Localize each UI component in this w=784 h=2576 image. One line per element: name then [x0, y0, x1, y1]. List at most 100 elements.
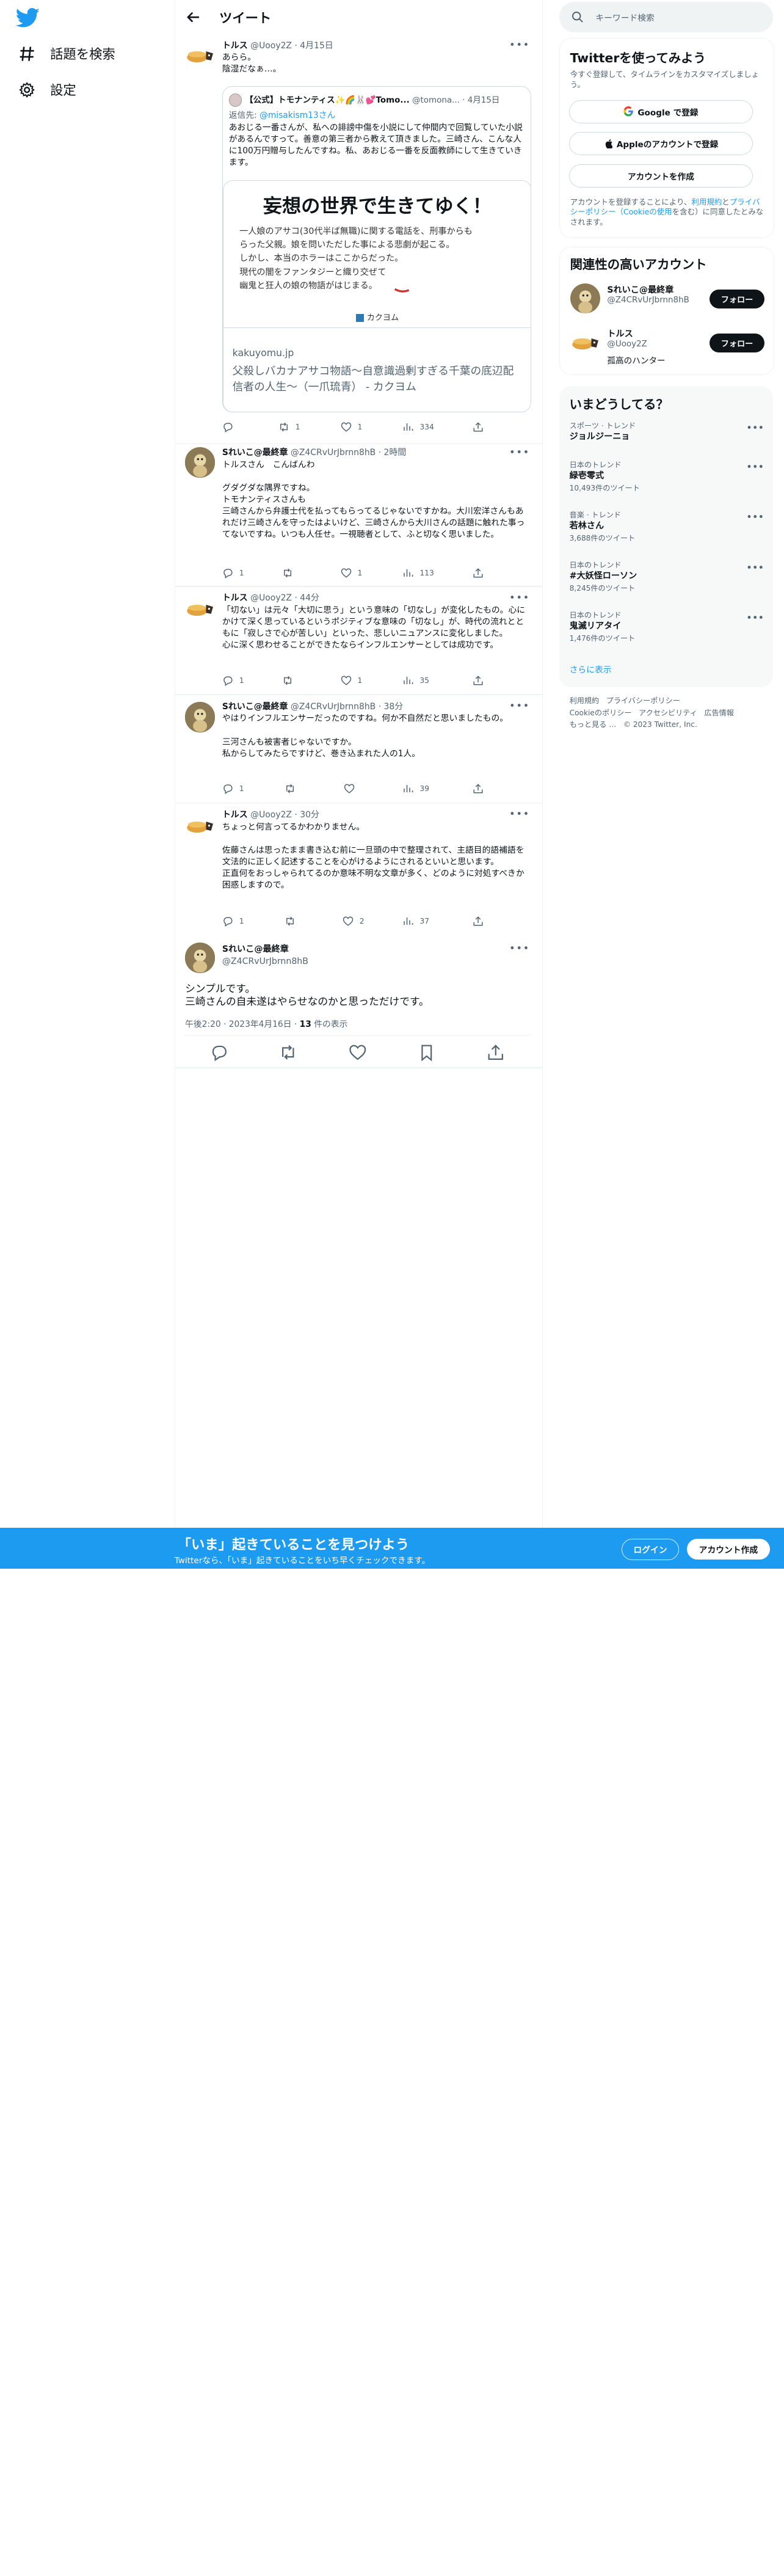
back-arrow-icon[interactable]: [185, 9, 201, 25]
share-button[interactable]: [473, 567, 484, 578]
main-display-name[interactable]: Sれいこ@最終章: [222, 944, 308, 956]
like-button[interactable]: [344, 783, 361, 794]
footer-link[interactable]: 利用規約: [570, 696, 600, 705]
reply-button[interactable]: 1: [222, 567, 244, 579]
more-options-icon[interactable]: •••: [509, 592, 530, 604]
nav-settings[interactable]: 設定: [18, 80, 76, 99]
like-button[interactable]: 1: [341, 567, 362, 578]
follow-button[interactable]: フォロー: [709, 289, 765, 309]
retweet-button[interactable]: [285, 783, 302, 794]
account-handle[interactable]: @Z4CRvUrJbrnn8hB: [607, 296, 689, 305]
display-name[interactable]: トルス: [222, 41, 248, 51]
footer-link[interactable]: アクセシビリティ: [639, 709, 697, 717]
avatar[interactable]: [185, 810, 216, 841]
display-name[interactable]: トルス: [222, 593, 248, 603]
heart-icon[interactable]: [349, 1043, 367, 1062]
link-card[interactable]: 妄想の世界で生きてゆく！ 一人娘のアサコ(30代半ば無職)に関する電話を、刑事か…: [222, 180, 531, 412]
avatar[interactable]: [185, 447, 216, 478]
retweet-icon[interactable]: [279, 1043, 297, 1062]
avatar[interactable]: [570, 327, 600, 358]
related-account[interactable]: トルス @Uooy2Z 孤高のハンター フォロー: [570, 327, 765, 368]
search-input[interactable]: キーワード検索: [559, 2, 773, 32]
retweet-button[interactable]: [282, 675, 299, 686]
reply-button[interactable]: [222, 421, 239, 432]
user-handle[interactable]: @Uooy2Z: [250, 41, 292, 51]
tweet-time[interactable]: · 4月15日: [294, 41, 333, 51]
tweet[interactable]: Sれいこ@最終章 @Z4CRvUrJbrnn8hB · 38分 やはりインフルエ…: [175, 700, 542, 800]
like-button[interactable]: 2: [343, 916, 365, 927]
trend-more-icon[interactable]: •••: [746, 461, 764, 473]
avatar[interactable]: [185, 594, 216, 624]
main-user-handle[interactable]: @Z4CRvUrJbrnn8hB: [222, 956, 308, 968]
user-handle[interactable]: @Z4CRvUrJbrnn8hB: [291, 702, 376, 712]
account-name[interactable]: トルス: [607, 327, 633, 340]
footer-link[interactable]: もっと見る …: [570, 720, 617, 729]
avatar[interactable]: [570, 283, 600, 314]
footer-link[interactable]: 広告情報: [704, 709, 734, 717]
retweet-button[interactable]: 1: [278, 421, 300, 432]
trend-item[interactable]: 日本のトレンド #大妖怪ローソン 8,245件のツイート •••: [570, 560, 764, 594]
views-button[interactable]: 39: [402, 783, 429, 794]
trend-more-icon[interactable]: •••: [746, 511, 764, 523]
share-icon[interactable]: [487, 1043, 505, 1062]
trend-item[interactable]: 日本のトレンド 鬼滅リアタイ 1,476件のツイート •••: [570, 610, 764, 644]
trend-more-icon[interactable]: •••: [746, 422, 764, 434]
display-name[interactable]: トルス: [222, 810, 248, 820]
signup-button[interactable]: アカウント作成: [686, 1538, 771, 1560]
tweet[interactable]: Sれいこ@最終章 @Z4CRvUrJbrnn8hB · 2時間 トルスさん こん…: [175, 445, 542, 586]
like-button[interactable]: 1: [341, 675, 362, 686]
trend-item[interactable]: スポーツ · トレンド ジョルジーニョ •••: [570, 420, 764, 443]
quoted-tweet[interactable]: 【公式】トモナンティス✨🌈🐰💕Tomo... @tomona... · 4月15…: [222, 86, 531, 413]
more-options-icon[interactable]: •••: [509, 39, 530, 51]
share-button[interactable]: [473, 675, 484, 686]
avatar[interactable]: [185, 702, 216, 732]
share-button[interactable]: [473, 916, 484, 927]
login-button[interactable]: ログイン: [622, 1538, 679, 1560]
trend-more-icon[interactable]: •••: [746, 612, 764, 624]
views-button[interactable]: 37: [402, 916, 429, 927]
more-options-icon[interactable]: •••: [509, 447, 530, 458]
more-options-icon[interactable]: •••: [509, 943, 530, 954]
reply-button[interactable]: 1: [222, 783, 244, 795]
more-options-icon[interactable]: •••: [509, 700, 530, 712]
bookmark-icon[interactable]: [418, 1043, 436, 1062]
avatar[interactable]: [185, 40, 216, 70]
share-button[interactable]: [473, 421, 484, 432]
nav-explore[interactable]: 話題を検索: [18, 44, 115, 63]
footer-link[interactable]: プライバシーポリシー: [606, 696, 680, 705]
views-button[interactable]: 334: [402, 421, 434, 432]
retweet-button[interactable]: [285, 916, 302, 927]
tweet-time[interactable]: · 2時間: [379, 448, 407, 458]
reply-button[interactable]: 1: [222, 916, 244, 927]
terms-link[interactable]: 利用規約: [691, 197, 722, 206]
account-handle[interactable]: @Uooy2Z: [607, 340, 647, 349]
tweet-time[interactable]: · 44分: [294, 593, 319, 603]
show-more-link[interactable]: さらに表示: [570, 663, 612, 675]
display-name[interactable]: Sれいこ@最終章: [222, 448, 288, 458]
user-handle[interactable]: @Uooy2Z: [250, 810, 292, 820]
related-account[interactable]: Sれいこ@最終章 @Z4CRvUrJbrnn8hB フォロー: [570, 283, 765, 318]
trend-item[interactable]: 日本のトレンド 緑壱零式 10,493件のツイート •••: [570, 459, 764, 494]
main-timestamp[interactable]: 午後2:20 · 2023年4月16日 ·: [185, 1020, 300, 1029]
like-button[interactable]: 1: [341, 421, 362, 432]
views-button[interactable]: 35: [402, 675, 429, 686]
user-handle[interactable]: @Uooy2Z: [250, 593, 292, 603]
share-button[interactable]: [473, 783, 484, 794]
tweet-time[interactable]: · 38分: [379, 702, 404, 712]
main-tweet-avatar[interactable]: [185, 943, 216, 973]
user-handle[interactable]: @Z4CRvUrJbrnn8hB: [291, 448, 376, 458]
trend-item[interactable]: 音楽 · トレンド 若林さん 3,688件のツイート •••: [570, 509, 764, 544]
twitter-bird-icon[interactable]: [16, 8, 40, 28]
display-name[interactable]: Sれいこ@最終章: [222, 702, 288, 712]
retweet-button[interactable]: [282, 567, 299, 578]
tweet[interactable]: トルス @Uooy2Z · 44分 「切ない」は元々「大切に思う」という意味の「…: [175, 592, 542, 692]
reply-icon[interactable]: [210, 1043, 228, 1062]
create-account-button[interactable]: アカウントを作成: [569, 164, 753, 188]
footer-link[interactable]: Cookieのポリシー: [570, 709, 632, 717]
tweet[interactable]: トルス @Uooy2Z · 4月15日 あらら。 陰湿だなぁ…。 ••• 【公式…: [175, 38, 542, 443]
follow-button[interactable]: フォロー: [709, 334, 765, 353]
google-signup-button[interactable]: Google で登録: [569, 100, 753, 123]
tweet-time[interactable]: · 30分: [294, 810, 319, 820]
reply-button[interactable]: 1: [222, 675, 244, 686]
views-button[interactable]: 113: [402, 567, 434, 578]
